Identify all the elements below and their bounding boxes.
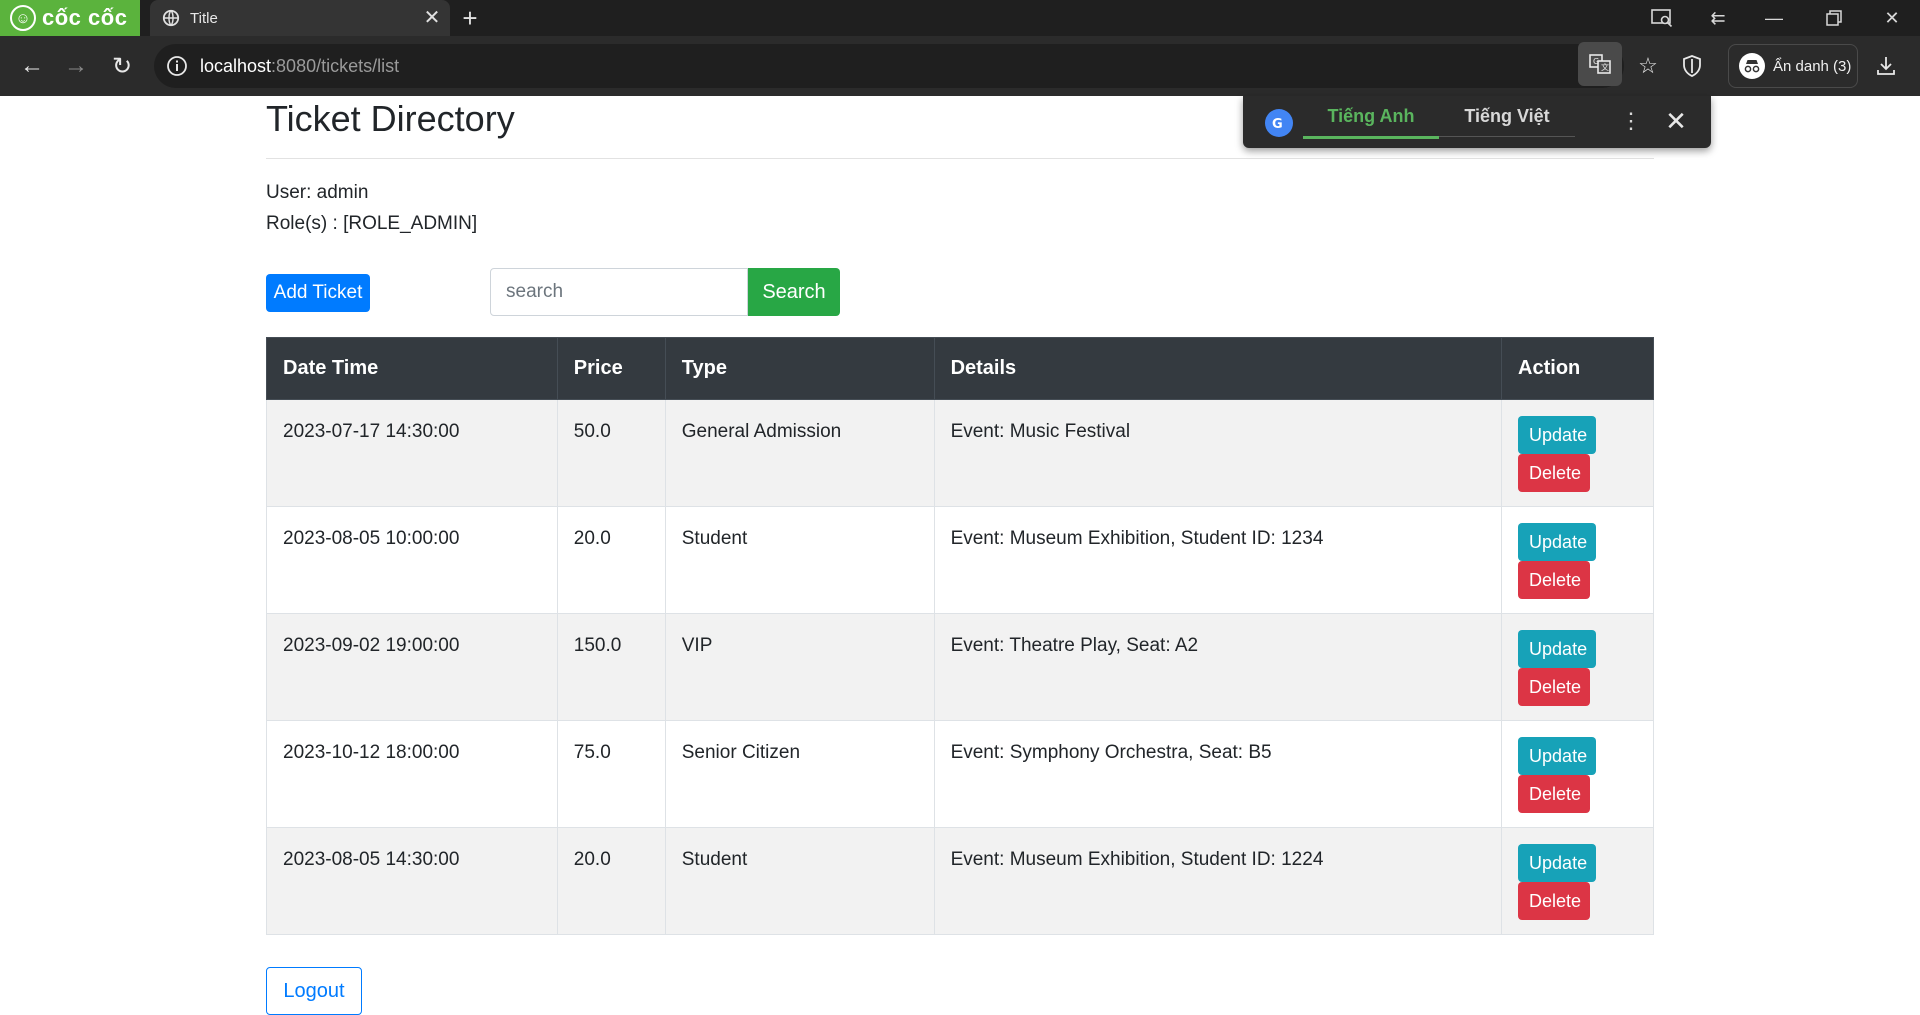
search-button[interactable]: Search: [748, 268, 840, 316]
cell-details: Event: Museum Exhibition, Student ID: 12…: [933, 506, 1503, 614]
incognito-icon: [1739, 53, 1765, 79]
update-button[interactable]: Update: [1518, 737, 1597, 775]
cell-details: Event: Theatre Play, Seat: A2: [933, 613, 1503, 721]
cell-price: 150.0: [556, 613, 666, 721]
cell-type: Student: [664, 827, 935, 935]
table-row: 2023-08-05 10:00:00 20.0 Student Event: …: [266, 506, 1654, 614]
cell-price: 50.0: [556, 399, 666, 507]
cell-details: Event: Music Festival: [933, 399, 1503, 507]
translate-page-icon[interactable]: G文: [1578, 42, 1622, 86]
cell-price: 20.0: [556, 827, 666, 935]
page-content: Ticket Directory User: admin Role(s) : […: [0, 96, 1920, 1015]
google-translate-icon: G: [1265, 109, 1293, 137]
logout-button[interactable]: Logout: [266, 967, 362, 1015]
cell-date-time: 2023-08-05 14:30:00: [266, 827, 558, 935]
cell-type: General Admission: [664, 399, 935, 507]
back-arrow-icon[interactable]: ←: [14, 48, 50, 84]
header-type: Type: [664, 337, 935, 400]
address-bar-row: ← → ↻ localhost:8080/tickets/list G文 ☆ Ẩ…: [0, 36, 1920, 96]
omnibox[interactable]: localhost:8080/tickets/list: [154, 44, 1624, 88]
table-header-row: Date Time Price Type Details Action: [266, 337, 1654, 400]
add-ticket-button[interactable]: Add Ticket: [266, 274, 370, 312]
url-text: localhost:8080/tickets/list: [200, 56, 399, 77]
delete-button[interactable]: Delete: [1518, 561, 1591, 599]
cell-action: Update Delete: [1501, 399, 1654, 507]
shield-icon[interactable]: [1674, 48, 1710, 84]
cell-date-time: 2023-10-12 18:00:00: [266, 720, 558, 828]
cell-type: VIP: [664, 613, 935, 721]
search-tabs-icon[interactable]: [1634, 0, 1690, 36]
cell-date-time: 2023-08-05 10:00:00: [266, 506, 558, 614]
delete-button[interactable]: Delete: [1518, 775, 1591, 813]
cell-type: Senior Citizen: [664, 720, 935, 828]
delete-button[interactable]: Delete: [1518, 882, 1591, 920]
download-icon[interactable]: [1868, 48, 1904, 84]
browser-brand-text: cốc cốc: [42, 5, 128, 30]
update-button[interactable]: Update: [1518, 523, 1597, 561]
site-info-icon[interactable]: [166, 55, 188, 77]
tickets-table: Date Time Price Type Details Action 2023…: [266, 337, 1654, 935]
table-row: 2023-10-12 18:00:00 75.0 Senior Citizen …: [266, 720, 1654, 828]
cell-action: Update Delete: [1501, 720, 1654, 828]
back-forward-history-icon[interactable]: ⇇: [1690, 0, 1746, 36]
cell-action: Update Delete: [1501, 827, 1654, 935]
cell-action: Update Delete: [1501, 506, 1654, 614]
cell-type: Student: [664, 506, 935, 614]
new-tab-icon[interactable]: +: [456, 4, 484, 32]
browser-brand[interactable]: ☺ cốc cốc: [0, 0, 140, 36]
globe-icon: [162, 9, 180, 27]
header-details: Details: [933, 337, 1503, 400]
header-action: Action: [1501, 337, 1654, 400]
cell-price: 75.0: [556, 720, 666, 828]
svg-text:G: G: [1593, 57, 1599, 66]
translate-popup: G Tiếng Anh Tiếng Việt ⋮ ✕: [1243, 96, 1711, 148]
forward-arrow-icon[interactable]: →: [58, 48, 94, 84]
update-button[interactable]: Update: [1518, 844, 1597, 882]
cell-action: Update Delete: [1501, 613, 1654, 721]
cell-price: 20.0: [556, 506, 666, 614]
update-button[interactable]: Update: [1518, 416, 1597, 454]
cell-date-time: 2023-09-02 19:00:00: [266, 613, 558, 721]
delete-button[interactable]: Delete: [1518, 454, 1591, 492]
delete-button[interactable]: Delete: [1518, 668, 1591, 706]
restore-window-icon[interactable]: [1806, 0, 1862, 36]
url-path: :8080/tickets/list: [271, 55, 400, 76]
title-divider: [266, 158, 1654, 159]
svg-text:G: G: [1272, 117, 1283, 132]
browser-tab-bar: ☺ cốc cốc Title ✕ + ⇇ — ✕: [0, 0, 1920, 36]
cell-date-time: 2023-07-17 14:30:00: [266, 399, 558, 507]
coccoc-logo-icon: ☺: [10, 5, 36, 31]
minimize-icon[interactable]: —: [1746, 0, 1802, 36]
cell-details: Event: Symphony Orchestra, Seat: B5: [933, 720, 1503, 828]
close-window-icon[interactable]: ✕: [1864, 0, 1920, 36]
search-input[interactable]: [490, 268, 748, 316]
tab-close-icon[interactable]: ✕: [422, 8, 442, 28]
table-row: 2023-07-17 14:30:00 50.0 General Admissi…: [266, 399, 1654, 507]
close-icon[interactable]: ✕: [1661, 106, 1691, 136]
table-row: 2023-08-05 14:30:00 20.0 Student Event: …: [266, 827, 1654, 935]
translate-tab-target-language[interactable]: Tiếng Việt: [1439, 96, 1575, 137]
header-price: Price: [556, 337, 666, 400]
page-title: Ticket Directory: [266, 98, 515, 139]
user-info: User: admin: [266, 182, 369, 203]
table-row: 2023-09-02 19:00:00 150.0 VIP Event: The…: [266, 613, 1654, 721]
more-options-icon[interactable]: ⋮: [1619, 106, 1643, 136]
translate-tab-source-language[interactable]: Tiếng Anh: [1303, 96, 1439, 139]
bookmark-star-icon[interactable]: ☆: [1630, 48, 1666, 84]
svg-text:文: 文: [1601, 62, 1609, 72]
incognito-label: Ẩn danh (3): [1773, 57, 1852, 75]
browser-tab-active[interactable]: Title ✕: [150, 0, 450, 36]
update-button[interactable]: Update: [1518, 630, 1597, 668]
header-date-time: Date Time: [266, 337, 558, 400]
cell-details: Event: Museum Exhibition, Student ID: 12…: [933, 827, 1503, 935]
url-host: localhost: [200, 55, 272, 76]
reload-icon[interactable]: ↻: [104, 48, 140, 84]
role-info: Role(s) : [ROLE_ADMIN]: [266, 213, 478, 234]
incognito-indicator[interactable]: Ẩn danh (3): [1728, 44, 1858, 88]
tab-title: Title: [190, 9, 218, 27]
